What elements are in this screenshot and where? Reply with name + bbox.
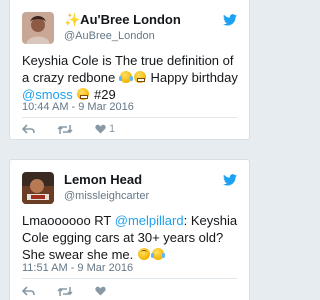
timestamp[interactable]: 10:44 AM - 9 Mar 2016 — [22, 101, 134, 114]
reply-button[interactable] — [22, 123, 35, 135]
heart-icon — [95, 124, 106, 134]
display-name[interactable]: Lemon Head — [64, 172, 142, 188]
display-name[interactable]: ✨Au'Bree London — [64, 12, 181, 28]
like-button[interactable]: 1 — [95, 123, 115, 135]
retweet-button[interactable] — [57, 124, 73, 135]
tears-of-joy-emoji-icon — [150, 248, 165, 260]
reply-button[interactable] — [22, 285, 35, 297]
like-button[interactable] — [95, 286, 109, 296]
retweet-button[interactable] — [57, 286, 73, 297]
retweet-icon — [57, 124, 73, 134]
mention-link[interactable]: @smoss — [22, 87, 73, 102]
divider — [22, 117, 237, 118]
avatar[interactable] — [22, 12, 54, 44]
grimace-emoji-icon — [77, 88, 90, 100]
upside-down-face-emoji-icon — [137, 248, 150, 260]
mention-link[interactable]: @melpillard — [115, 213, 184, 228]
retweet-icon — [57, 286, 73, 296]
grimace-emoji-icon — [133, 71, 146, 83]
tweet-text-part: Happy birthday — [146, 70, 238, 85]
like-count: 1 — [109, 123, 116, 135]
user-handle[interactable]: @AuBree_London — [64, 30, 155, 43]
tweet-card[interactable]: ✨Au'Bree London @AuBree_London Keyshia C… — [9, 0, 250, 140]
tweet-card[interactable]: Lemon Head @missleighcarter Lmaoooooo RT… — [9, 159, 250, 300]
tweet-actions — [22, 284, 131, 298]
reply-icon — [22, 123, 35, 134]
tweet-text: Keyshia Cole is The true definition of a… — [22, 52, 239, 103]
tweet-text-part: Lmaoooooo RT — [22, 213, 115, 228]
user-handle[interactable]: @missleighcarter — [64, 190, 149, 203]
reply-icon — [22, 285, 35, 296]
tweet-actions: 1 — [22, 122, 137, 136]
timestamp[interactable]: 11:51 AM - 9 Mar 2016 — [22, 262, 133, 275]
divider — [22, 278, 237, 279]
tears-of-joy-emoji-icon — [118, 71, 133, 83]
twitter-bird-icon — [223, 174, 237, 186]
twitter-bird-icon — [223, 14, 237, 26]
avatar[interactable] — [22, 172, 54, 204]
tweet-text-part: #29 — [90, 87, 116, 102]
tweet-text: Lmaoooooo RT @melpillard: Keyshia Cole e… — [22, 212, 239, 263]
heart-icon — [95, 286, 106, 296]
